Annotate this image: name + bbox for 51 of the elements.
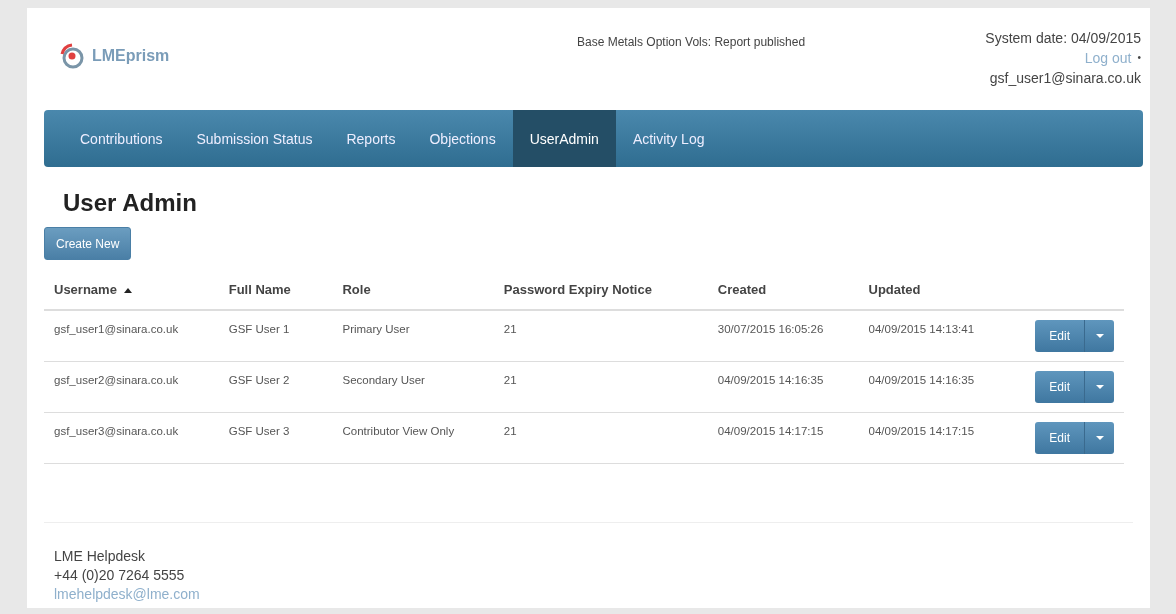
table-cell: 21 <box>503 425 517 437</box>
bullet-text: • <box>1137 51 1141 65</box>
create-new-button[interactable]: Create New <box>44 227 132 260</box>
edit-button[interactable]: Edit <box>1035 371 1085 403</box>
logout-link[interactable]: Log out <box>1084 48 1132 68</box>
user-email: gsf_user1@sinara.co.uk <box>989 69 1141 88</box>
table-cell: 04/09/2015 14:16:35 <box>868 374 975 386</box>
edit-button[interactable]: Edit <box>1035 320 1085 352</box>
system-date: System date: 04/09/2015 <box>985 29 1141 48</box>
column-header[interactable]: Role <box>342 282 371 297</box>
table-cell: 04/09/2015 14:17:15 <box>868 425 975 437</box>
dropdown-button[interactable] <box>1085 371 1114 403</box>
caret-icon <box>1095 436 1104 440</box>
table-cell: Primary User <box>342 323 410 335</box>
caret-icon <box>1095 334 1104 338</box>
nav-tab[interactable]: Contributions <box>63 110 180 167</box>
column-header[interactable]: Password Expiry Notice <box>503 282 652 297</box>
edit-button[interactable]: Edit <box>1035 422 1085 454</box>
helpdesk-phone: +44 (0)20 7264 5555 <box>54 566 186 585</box>
nav-tab[interactable]: Reports <box>329 110 413 167</box>
table-cell: GSF User 3 <box>228 425 290 437</box>
helpdesk-name: LME Helpdesk <box>54 547 147 566</box>
table-cell: gsf_user3@sinara.co.uk <box>54 425 179 437</box>
nav-tab[interactable]: Submission Status <box>179 110 330 167</box>
table-cell: 30/07/2015 16:05:26 <box>717 323 824 335</box>
column-header[interactable]: Updated <box>868 282 921 297</box>
page-title: User Admin <box>63 189 198 217</box>
table-cell: 21 <box>503 374 517 386</box>
dropdown-button[interactable] <box>1085 320 1114 352</box>
nav-tab[interactable]: Objections <box>412 110 513 167</box>
column-header[interactable]: Full Name <box>228 282 291 297</box>
table-cell: GSF User 1 <box>228 323 290 335</box>
helpdesk-email-link[interactable]: lmehelpdesk@lme.com <box>54 585 1133 604</box>
nav-tab[interactable]: UserAdmin <box>512 110 616 167</box>
table-cell: 04/09/2015 14:13:41 <box>868 323 975 335</box>
logo-text: LMEprism <box>92 47 170 65</box>
column-header[interactable]: Created <box>717 282 767 297</box>
table-cell: Secondary User <box>342 374 425 386</box>
logo-icon <box>58 42 86 70</box>
table-cell: gsf_user2@sinara.co.uk <box>54 374 179 386</box>
table-cell: Contributor View Only <box>342 425 455 437</box>
dropdown-button[interactable] <box>1085 422 1114 454</box>
table-cell: 21 <box>503 323 517 335</box>
table-cell: 04/09/2015 14:17:15 <box>717 425 824 437</box>
column-header[interactable]: Username <box>54 282 117 297</box>
table-cell: 04/09/2015 14:16:35 <box>717 374 824 386</box>
caret-icon <box>1095 385 1104 389</box>
table-cell: GSF User 2 <box>228 374 290 386</box>
notice-text: Base Metals Option Vols: Report published <box>577 35 806 49</box>
nav-tab[interactable]: Activity Log <box>615 110 722 167</box>
table-cell: gsf_user1@sinara.co.uk <box>54 323 179 335</box>
